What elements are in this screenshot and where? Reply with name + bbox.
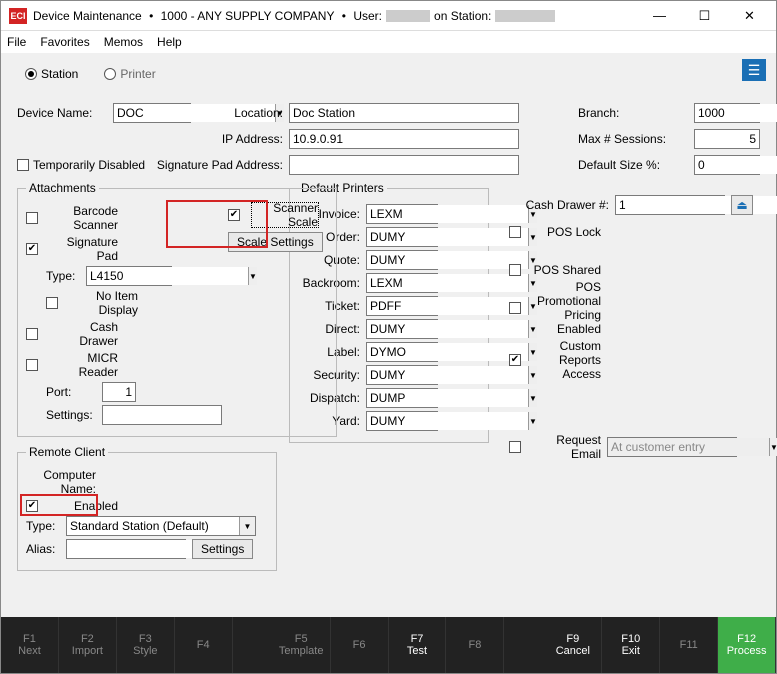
fkey-f12[interactable]: F12Process [718, 617, 776, 673]
menu-help[interactable]: Help [157, 35, 182, 49]
branch-combo[interactable]: ▼ [694, 103, 760, 123]
remote-type-combo[interactable]: ▼ [66, 516, 256, 536]
cash-drawer-num-label: Cash Drawer #: [509, 198, 609, 212]
pos-promo-checkbox[interactable] [509, 302, 521, 314]
close-button[interactable]: ✕ [727, 2, 772, 30]
request-email-combo[interactable]: ▼ [607, 437, 737, 457]
pos-lock-checkbox[interactable] [509, 226, 521, 238]
noitem-label: No Item Display [68, 289, 138, 317]
alias-label: Alias: [26, 542, 60, 556]
printer-combo-2[interactable]: ▼ [366, 250, 438, 270]
titlebar: ECI Device Maintenance • 1000 - ANY SUPP… [1, 1, 776, 31]
menu-file[interactable]: File [7, 35, 26, 49]
port-label: Port: [46, 385, 96, 399]
ip-input[interactable] [289, 129, 519, 149]
attachments-group: Attachments Barcode Scanner Signature Pa… [17, 181, 337, 437]
branch-label: Branch: [578, 106, 688, 120]
pos-lock-label: POS Lock [531, 225, 601, 239]
settings-input[interactable] [102, 405, 222, 425]
remote-enabled-label: Enabled [48, 499, 118, 513]
computer-name-label: Computer Name: [26, 468, 96, 496]
scanner-scale-label: Scanner Scale [250, 201, 320, 229]
fkey-f4: F4 [175, 617, 233, 673]
sigpad-label: Signature Pad [48, 235, 118, 263]
noitem-checkbox[interactable] [46, 297, 58, 309]
barcode-label: Barcode Scanner [48, 204, 118, 232]
sigpad-type-label: Type: [46, 269, 80, 283]
location-input[interactable] [289, 103, 519, 123]
pos-shared-label: POS Shared [531, 263, 601, 277]
fkey-f10[interactable]: F10Exit [602, 617, 660, 673]
pos-shared-checkbox[interactable] [509, 264, 521, 276]
attachments-legend: Attachments [26, 181, 99, 195]
request-email-label: Request Email [531, 433, 601, 461]
scale-settings-button[interactable]: Scale Settings [228, 232, 323, 252]
remote-settings-button[interactable]: Settings [192, 539, 253, 559]
cash-drawer-open-button[interactable]: ⏏ [731, 195, 753, 215]
fkey-f6: F6 [331, 617, 389, 673]
cashdrawer-checkbox[interactable] [26, 328, 38, 340]
temp-disabled-checkbox[interactable] [17, 159, 29, 171]
minimize-button[interactable]: — [637, 2, 682, 30]
printer-combo-4[interactable]: ▼ [366, 296, 438, 316]
request-email-checkbox[interactable] [509, 441, 521, 453]
window-title: Device Maintenance • 1000 - ANY SUPPLY C… [33, 9, 637, 23]
fkey-f5: F5Template [273, 617, 331, 673]
scanner-scale-checkbox[interactable] [228, 209, 240, 221]
printer-combo-3[interactable]: ▼ [366, 273, 438, 293]
fkey-f3: F3Style [117, 617, 175, 673]
cashdrawer-label: Cash Drawer [48, 320, 118, 348]
alias-combo[interactable]: ▼ [66, 539, 186, 559]
remote-type-label: Type: [26, 519, 60, 533]
radio-printer[interactable]: Printer [104, 67, 155, 81]
default-size-label: Default Size %: [578, 158, 688, 172]
app-logo: ECI [9, 8, 27, 24]
custom-reports-checkbox[interactable] [509, 354, 521, 366]
printer-combo-6[interactable]: ▼ [366, 342, 438, 362]
hamburger-icon[interactable]: ☰ [742, 59, 766, 81]
printer-combo-0[interactable]: ▼ [366, 204, 438, 224]
menubar: File Favorites Memos Help [1, 31, 776, 53]
fkey-f9[interactable]: F9Cancel [544, 617, 602, 673]
ip-label: IP Address: [213, 132, 283, 146]
remote-enabled-checkbox[interactable] [26, 500, 38, 512]
cash-drawer-num-combo[interactable]: ▼ [615, 195, 725, 215]
device-name-combo[interactable]: ▼ [113, 103, 191, 123]
port-input[interactable] [102, 382, 136, 402]
micr-checkbox[interactable] [26, 359, 38, 371]
sig-addr-label: Signature Pad Address: [153, 158, 283, 172]
remote-legend: Remote Client [26, 445, 108, 459]
fkey-f1: F1Next [1, 617, 59, 673]
location-label: Location: [213, 106, 283, 120]
default-size-combo[interactable]: ▼ [694, 155, 760, 175]
maximize-button[interactable]: ☐ [682, 2, 727, 30]
temp-disabled-label: Temporarily Disabled [33, 158, 145, 172]
menu-memos[interactable]: Memos [104, 35, 143, 49]
remote-client-group: Remote Client Computer Name: Enabled Typ… [17, 445, 277, 571]
fkey-f8: F8 [446, 617, 504, 673]
max-sessions-label: Max # Sessions: [578, 132, 688, 146]
device-name-label: Device Name: [17, 106, 107, 120]
sig-addr-input[interactable] [289, 155, 519, 175]
fkey-f11: F11 [660, 617, 718, 673]
printer-combo-9[interactable]: ▼ [366, 411, 438, 431]
sigpad-checkbox[interactable] [26, 243, 38, 255]
radio-station[interactable]: Station [25, 67, 78, 81]
custom-reports-label: Custom Reports Access [531, 339, 601, 381]
max-sessions-input[interactable] [694, 129, 760, 149]
printer-combo-1[interactable]: ▼ [366, 227, 438, 247]
printer-combo-8[interactable]: ▼ [366, 388, 438, 408]
pos-promo-label: POS Promotional Pricing Enabled [531, 280, 601, 336]
fkey-bar: F1NextF2ImportF3StyleF4 F5TemplateF6F7Tes… [1, 617, 776, 673]
menu-favorites[interactable]: Favorites [40, 35, 89, 49]
printer-combo-5[interactable]: ▼ [366, 319, 438, 339]
fkey-f2: F2Import [59, 617, 117, 673]
settings-label: Settings: [46, 408, 96, 422]
sigpad-type-combo[interactable]: ▼ [86, 266, 172, 286]
printer-combo-7[interactable]: ▼ [366, 365, 438, 385]
fkey-f7[interactable]: F7Test [389, 617, 447, 673]
barcode-checkbox[interactable] [26, 212, 38, 224]
micr-label: MICR Reader [48, 351, 118, 379]
